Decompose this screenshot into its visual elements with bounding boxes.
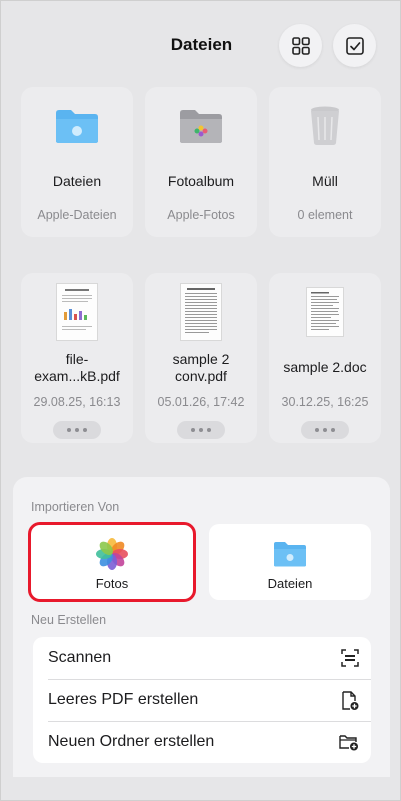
card-trash[interactable]: Müll 0 element xyxy=(269,87,381,237)
card-subtitle: 05.01.26, 17:42 xyxy=(157,395,245,409)
folder-icon xyxy=(274,542,306,567)
card-name: Müll xyxy=(312,173,338,189)
create-list: Scannen Leeres PDF erstellen Neuen Ordne… xyxy=(33,637,371,763)
scan-button[interactable]: Scannen xyxy=(33,637,371,679)
create-pdf-button[interactable]: Leeres PDF erstellen xyxy=(33,679,371,721)
row-label: Scannen xyxy=(48,649,112,666)
doc-thumbnail xyxy=(306,287,344,337)
card-name: sample 2.doc xyxy=(283,359,367,375)
highlight-box xyxy=(28,522,196,602)
grid-icon xyxy=(291,36,310,55)
card-subtitle: 29.08.25, 16:13 xyxy=(33,395,121,409)
bottom-sheet: Importieren Von Fotos Dateien Neu Erstel… xyxy=(13,477,390,777)
new-document-icon xyxy=(342,691,359,710)
card-sample-doc[interactable]: sample 2.doc 30.12.25, 16:25 xyxy=(269,273,381,443)
card-subtitle: 30.12.25, 16:25 xyxy=(281,395,369,409)
card-subtitle: Apple-Dateien xyxy=(37,208,117,222)
card-sample-conv[interactable]: sample 2 conv.pdf 05.01.26, 17:42 xyxy=(145,273,257,443)
checkbox-icon xyxy=(345,36,364,55)
row-label: Neuen Ordner erstellen xyxy=(48,733,215,750)
scan-icon xyxy=(341,649,359,667)
create-section-label: Neu Erstellen xyxy=(31,613,107,627)
new-folder-icon xyxy=(339,735,358,751)
pdf-thumbnail xyxy=(180,283,222,341)
photo-album-folder-icon xyxy=(180,110,222,143)
grid-view-button[interactable] xyxy=(279,24,322,67)
trash-icon xyxy=(311,106,339,145)
card-name: file- exam...kB.pdf xyxy=(34,351,120,384)
card-files[interactable]: Dateien Apple-Dateien xyxy=(21,87,133,237)
create-folder-button[interactable]: Neuen Ordner erstellen xyxy=(33,721,371,763)
card-name: sample 2 conv.pdf xyxy=(172,351,230,384)
import-option-label: Dateien xyxy=(267,576,313,591)
card-file-exam[interactable]: file- exam...kB.pdf 29.08.25, 16:13 xyxy=(21,273,133,443)
row-label: Leeres PDF erstellen xyxy=(48,691,199,708)
card-name: Fotoalbum xyxy=(167,173,235,189)
folder-icon xyxy=(56,110,98,143)
screen: Dateien Dateien Apple-Dateien Fotoalbum … xyxy=(0,0,401,801)
card-subtitle: Apple-Fotos xyxy=(167,208,235,222)
more-button[interactable] xyxy=(53,421,101,439)
more-button[interactable] xyxy=(301,421,349,439)
more-button[interactable] xyxy=(177,421,225,439)
select-button[interactable] xyxy=(333,24,376,67)
header: Dateien xyxy=(1,1,400,89)
import-section-label: Importieren Von xyxy=(31,500,120,514)
card-photo-album[interactable]: Fotoalbum Apple-Fotos xyxy=(145,87,257,237)
pdf-thumbnail xyxy=(56,283,98,341)
import-files-button[interactable]: Dateien xyxy=(209,524,371,600)
card-subtitle: 0 element xyxy=(297,208,353,222)
card-name: Dateien xyxy=(52,173,102,189)
